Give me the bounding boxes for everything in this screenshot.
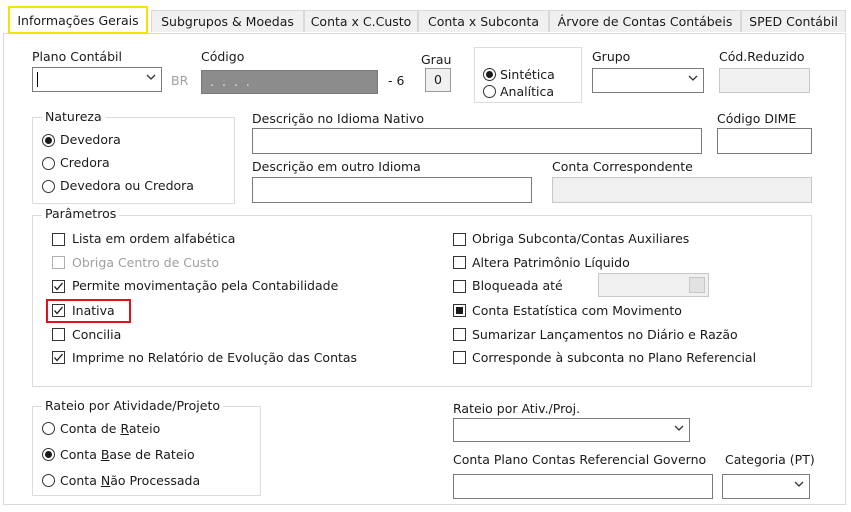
radio-dot (45, 137, 52, 144)
text-cursor (37, 72, 38, 87)
codigo-input[interactable]: . . . . (201, 70, 378, 94)
analitica-radio[interactable] (483, 85, 496, 98)
conta-base-rateio-label: Conta Base de Rateio (60, 447, 195, 462)
permite-movimentacao-checkbox[interactable] (52, 280, 65, 293)
descricao-nativo-label: Descrição no Idioma Nativo (252, 111, 424, 126)
tab-conta-ccusto[interactable]: Conta x C.Custo (304, 10, 418, 32)
devedora-radio[interactable] (42, 134, 55, 147)
lista-ordem-alfabetica-checkbox[interactable] (52, 233, 65, 246)
conta-estatistica-label: Conta Estatística com Movimento (472, 303, 682, 318)
tab-subgrupos-moedas[interactable]: Subgrupos & Moedas (151, 10, 304, 32)
natureza-title: Natureza (42, 109, 105, 124)
corresponde-subconta-label: Corresponde à subconta no Plano Referenc… (472, 350, 757, 365)
bloqueada-ate-date (598, 273, 709, 297)
obriga-centro-custo-label: Obriga Centro de Custo (72, 255, 219, 270)
codigo-label: Código (201, 49, 245, 64)
conta-rateio-label: Conta de Rateio (60, 421, 161, 436)
devedora-ou-credora-label: Devedora ou Credora (60, 178, 194, 193)
checkmark-icon (54, 306, 63, 315)
devedora-ou-credora-radio[interactable] (42, 180, 55, 193)
conta-correspondente-label: Conta Correspondente (552, 159, 693, 174)
corresponde-subconta-checkbox[interactable] (453, 351, 466, 364)
cod-reduzido-label: Cód.Reduzido (719, 49, 805, 64)
descricao-outro-input[interactable] (252, 177, 532, 203)
sumarizar-lancamentos-label: Sumarizar Lançamentos no Diário e Razão (472, 327, 738, 342)
checkmark-icon (54, 282, 63, 291)
devedora-label: Devedora (60, 132, 121, 147)
codigo-digit-suffix: - 6 (388, 73, 405, 88)
permite-movimentacao-label: Permite movimentação pela Contabilidade (72, 278, 339, 293)
obriga-centro-custo-checkbox[interactable] (52, 256, 65, 269)
tab-arvore-contas[interactable]: Árvore de Contas Contábeis (549, 10, 741, 32)
obriga-subconta-label: Obriga Subconta/Contas Auxiliares (472, 231, 690, 246)
descricao-outro-label: Descrição em outro Idioma (252, 159, 421, 174)
codigo-dime-input[interactable] (717, 128, 812, 154)
sumarizar-lancamentos-checkbox[interactable] (453, 328, 466, 341)
descricao-nativo-input[interactable] (252, 128, 702, 154)
plano-contabil-select[interactable] (32, 67, 162, 92)
altera-patrimonio-label: Altera Patrimônio Líquido (472, 255, 630, 270)
indeterminate-mark (456, 307, 463, 314)
parametros-title: Parâmetros (42, 206, 120, 221)
concilia-checkbox[interactable] (52, 328, 65, 341)
imprime-relatorio-checkbox[interactable] (52, 351, 65, 364)
conta-estatistica-checkbox[interactable] (453, 304, 466, 317)
imprime-relatorio-label: Imprime no Relatório de Evolução das Con… (72, 350, 358, 365)
rateio-proj-label: Rateio por Ativ./Proj. (453, 401, 581, 416)
grau-label: Grau (421, 52, 452, 67)
conta-nao-processada-label: Conta Não Processada (60, 473, 201, 488)
inativa-label: Inativa (72, 303, 115, 318)
categoria-pt-label: Categoria (PT) (725, 452, 815, 467)
tab-informacoes-gerais[interactable]: Informações Gerais (8, 6, 148, 34)
concilia-label: Concilia (72, 327, 122, 342)
plano-contabil-label: Plano Contábil (32, 49, 122, 64)
tab-sped-contabil[interactable]: SPED Contábil (741, 10, 846, 32)
bloqueada-ate-checkbox[interactable] (453, 280, 466, 293)
obriga-subconta-checkbox[interactable] (453, 233, 466, 246)
bloqueada-ate-label: Bloqueada até (472, 278, 563, 293)
checkmark-icon (54, 353, 63, 362)
grupo-label: Grupo (592, 49, 631, 64)
conta-rateio-radio[interactable] (42, 422, 55, 435)
inativa-checkbox[interactable] (52, 304, 65, 317)
sintetica-label: Sintética (500, 67, 555, 82)
br-label: BR (171, 73, 189, 88)
credora-radio[interactable] (42, 157, 55, 170)
codigo-dime-label: Código DIME (717, 111, 797, 126)
altera-patrimonio-checkbox[interactable] (453, 256, 466, 269)
calendar-icon (689, 277, 705, 293)
conta-base-rateio-radio[interactable] (42, 448, 55, 461)
conta-correspondente-field (552, 177, 812, 203)
analitica-label: Analítica (500, 84, 554, 99)
rateio-title: Rateio por Atividade/Projeto (42, 398, 223, 413)
radio-dot (45, 451, 52, 458)
categoria-pt-select[interactable] (722, 474, 810, 499)
chevron-down-icon (794, 481, 804, 487)
referencial-governo-input[interactable] (453, 474, 713, 499)
rateio-proj-select[interactable] (453, 418, 690, 442)
grupo-select[interactable] (592, 68, 704, 93)
credora-label: Credora (60, 155, 110, 170)
tab-conta-subconta[interactable]: Conta x Subconta (418, 10, 549, 32)
chevron-down-icon (146, 74, 156, 80)
grau-field: 0 (425, 68, 451, 92)
radio-dot (486, 71, 493, 78)
conta-nao-processada-radio[interactable] (42, 474, 55, 487)
chevron-down-icon (688, 75, 698, 81)
sintetica-radio[interactable] (483, 68, 496, 81)
chevron-down-icon (674, 425, 684, 431)
cod-reduzido-field (719, 68, 810, 93)
referencial-governo-label: Conta Plano Contas Referencial Governo (453, 452, 707, 467)
lista-ordem-alfabetica-label: Lista em ordem alfabética (72, 231, 236, 246)
tab-bar: Informações Gerais Subgrupos & Moedas Co… (0, 0, 851, 34)
codigo-mask: . . . . (210, 74, 252, 89)
